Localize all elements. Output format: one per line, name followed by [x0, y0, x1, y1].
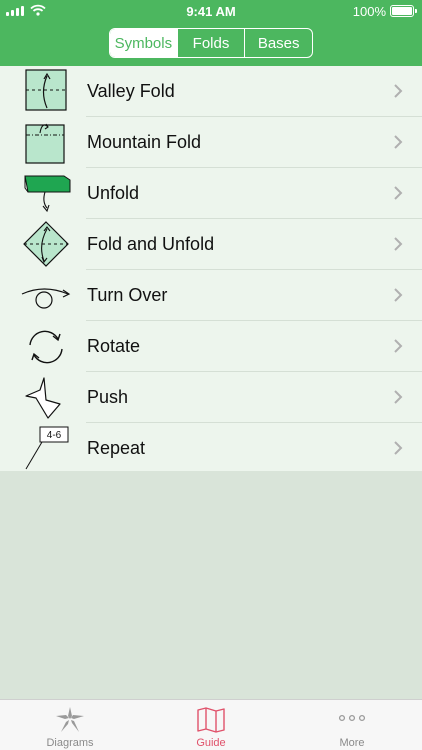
- repeat-icon: 4-6: [25, 426, 69, 470]
- battery-percent: 100%: [352, 4, 386, 19]
- list-item-label: Mountain Fold: [87, 132, 202, 152]
- turn-over-icon: [21, 288, 71, 309]
- segment-folds[interactable]: Folds: [176, 29, 245, 57]
- chevron-right-icon: [394, 84, 403, 98]
- list-item-label: Fold and Unfold: [87, 234, 215, 254]
- battery-icon: [390, 5, 417, 17]
- chevron-right-icon: [394, 390, 403, 404]
- top-bar: 9:41 AM 100% Symbols Folds Bases: [0, 0, 422, 66]
- map-icon: [197, 707, 225, 733]
- segment-bases[interactable]: Bases: [244, 29, 312, 57]
- list-item-push[interactable]: Push: [0, 372, 422, 423]
- list-item-fold-and-unfold[interactable]: Fold and Unfold: [0, 219, 422, 270]
- rotate-icon: [29, 330, 63, 364]
- more-dots-icon: [338, 714, 366, 722]
- list-item-label: Repeat: [87, 438, 146, 458]
- tab-label: Diagrams: [46, 737, 94, 749]
- unfold-icon: [24, 175, 71, 213]
- segmented-control: Symbols Folds Bases: [109, 28, 313, 58]
- push-icon: [25, 377, 61, 419]
- tab-diagrams[interactable]: Diagrams: [0, 700, 140, 750]
- list-item-mountain-fold[interactable]: Mountain Fold: [0, 117, 422, 168]
- list-item-label: Valley Fold: [87, 81, 175, 101]
- fold-and-unfold-icon: [23, 221, 69, 267]
- tab-label: More: [339, 737, 365, 749]
- list-item-unfold[interactable]: Unfold: [0, 168, 422, 219]
- list-item-label: Turn Over: [87, 285, 168, 305]
- chevron-right-icon: [394, 186, 403, 200]
- tab-guide[interactable]: Guide: [141, 700, 281, 750]
- crane-star-icon: [56, 707, 84, 732]
- segment-symbols[interactable]: Symbols: [110, 29, 177, 57]
- list-item-repeat[interactable]: 4-6 Repeat: [0, 423, 422, 474]
- chevron-right-icon: [394, 237, 403, 251]
- repeat-badge: 4-6: [47, 430, 62, 441]
- chevron-right-icon: [394, 288, 403, 302]
- list-item-valley-fold[interactable]: Valley Fold: [0, 66, 422, 117]
- symbols-list: Valley Fold Mountain Fold Unfold Fold an…: [0, 66, 422, 471]
- tab-more[interactable]: More: [282, 700, 422, 750]
- chevron-right-icon: [394, 441, 403, 455]
- tab-label: Guide: [196, 737, 226, 749]
- list-item-label: Rotate: [87, 336, 141, 356]
- mountain-fold-icon: [25, 123, 65, 164]
- list-item-label: Push: [87, 387, 129, 407]
- valley-fold-icon: [25, 69, 67, 111]
- status-bar: 9:41 AM 100%: [0, 0, 422, 22]
- chevron-right-icon: [394, 135, 403, 149]
- list-item-label: Unfold: [87, 183, 140, 203]
- tab-bar: Diagrams Guide More: [0, 699, 422, 750]
- chevron-right-icon: [394, 339, 403, 353]
- list-item-turn-over[interactable]: Turn Over: [0, 270, 422, 321]
- list-item-rotate[interactable]: Rotate: [0, 321, 422, 372]
